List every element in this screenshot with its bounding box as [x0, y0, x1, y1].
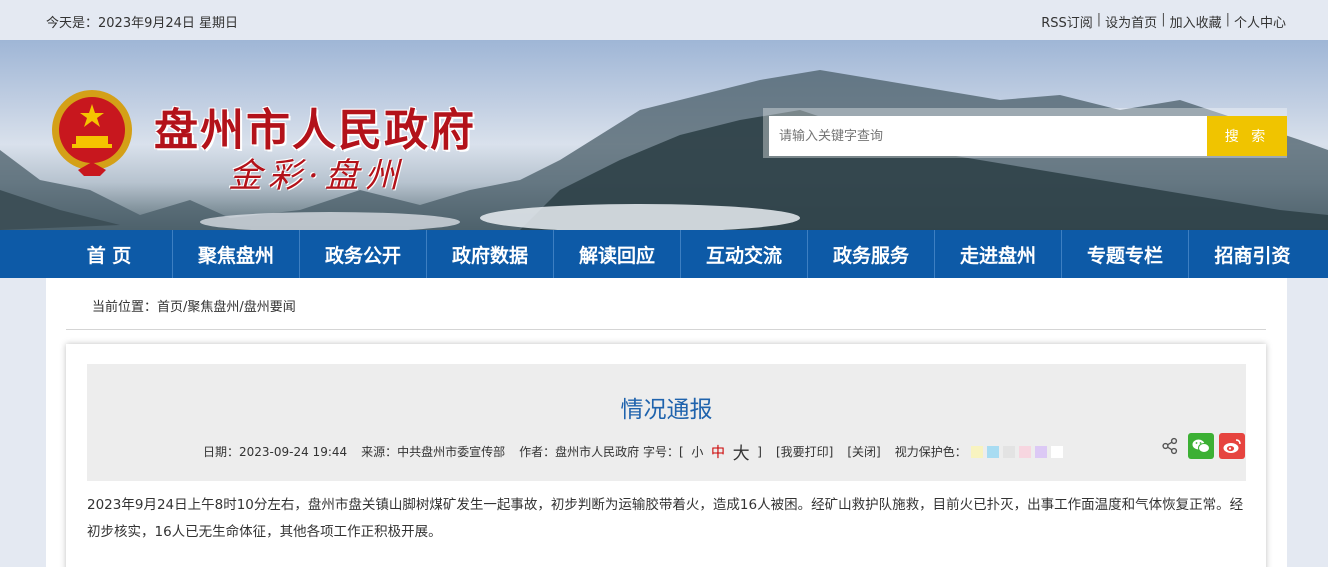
divider	[66, 329, 1266, 330]
site-slogan: 金彩·盘州	[228, 156, 405, 196]
eye-color-purple[interactable]	[1034, 445, 1047, 458]
nav-government-services[interactable]: 政务服务	[808, 230, 935, 278]
close-link[interactable]: [关闭]	[847, 443, 880, 460]
share-icon[interactable]	[1157, 433, 1183, 459]
eye-color-blue[interactable]	[986, 445, 999, 458]
link-separator: |	[1225, 12, 1230, 27]
article-meta: 日期：2023-09-24 19:44 来源：中共盘州市委宣传部 作者：盘州市人…	[203, 439, 1063, 464]
nav-special-topics[interactable]: 专题专栏	[1062, 230, 1189, 278]
main-nav: 首 页 聚焦盘州 政务公开 政府数据 解读回应 互动交流 政务服务 走进盘州 专…	[0, 230, 1328, 278]
link-separator: |	[1096, 12, 1102, 27]
set-homepage-link[interactable]: 设为首页	[1105, 12, 1157, 31]
nav-interaction[interactable]: 互动交流	[681, 230, 808, 278]
wechat-icon[interactable]	[1188, 433, 1214, 459]
nav-government-data[interactable]: 政府数据	[427, 230, 554, 278]
top-links: RSS订阅 | 设为首页 | 加入收藏 | 个人中心	[1041, 12, 1286, 31]
article-source: 来源：中共盘州市委宣传部	[361, 445, 506, 459]
font-size-close-bracket: ]	[757, 444, 762, 459]
print-link[interactable]: [我要打印]	[776, 443, 833, 460]
font-size-small[interactable]: 小	[691, 443, 703, 460]
search-box: 搜 索	[763, 108, 1287, 158]
rss-link[interactable]: RSS订阅	[1041, 12, 1093, 31]
national-emblem-icon	[52, 90, 132, 176]
nav-government-affairs-public[interactable]: 政务公开	[300, 230, 427, 278]
main-content: 当前位置：首页/聚焦盘州/盘州要闻 情况通报 日期：2023-09-24 19:…	[46, 278, 1287, 567]
article-panel: 情况通报 日期：2023-09-24 19:44 来源：中共盘州市委宣传部 作者…	[66, 344, 1266, 567]
nav-about-panzhou[interactable]: 走进盘州	[935, 230, 1062, 278]
eye-color-pink[interactable]	[1018, 445, 1031, 458]
article-date: 日期：2023-09-24 19:44	[203, 445, 348, 459]
nav-home[interactable]: 首 页	[46, 230, 173, 278]
article-title: 情况通报	[620, 397, 713, 423]
nav-investment[interactable]: 招商引资	[1189, 230, 1316, 278]
eye-color-yellow[interactable]	[970, 445, 983, 458]
share-bar	[1157, 433, 1245, 459]
search-button[interactable]: 搜 索	[1207, 116, 1287, 156]
link-separator: |	[1161, 12, 1166, 27]
article-body: 2023年9月24日上午8时10分左右，盘州市盘关镇山脚树煤矿发生一起事故，初步…	[87, 497, 1244, 540]
add-favorite-link[interactable]: 加入收藏	[1170, 12, 1222, 31]
font-size-medium[interactable]: 中	[711, 442, 725, 462]
current-date: 今天是：2023年9月24日 星期日	[46, 16, 239, 31]
breadcrumb: 当前位置：首页/聚焦盘州/盘州要闻	[92, 300, 296, 315]
font-size-large[interactable]: 大	[733, 439, 750, 464]
font-size-label: 字号：[	[643, 445, 684, 459]
eye-color-white[interactable]	[1050, 445, 1063, 458]
eye-color-gray[interactable]	[1002, 445, 1015, 458]
article-header: 情况通报 日期：2023-09-24 19:44 来源：中共盘州市委宣传部 作者…	[87, 364, 1246, 481]
nav-focus-panzhou[interactable]: 聚焦盘州	[173, 230, 300, 278]
weibo-icon[interactable]	[1219, 433, 1245, 459]
nav-interpretation[interactable]: 解读回应	[554, 230, 681, 278]
personal-center-link[interactable]: 个人中心	[1234, 12, 1286, 31]
top-bar: 今天是：2023年9月24日 星期日 RSS订阅 | 设为首页 | 加入收藏 |…	[0, 0, 1328, 40]
search-input[interactable]	[769, 116, 1207, 156]
eye-care-label: 视力保护色：	[894, 445, 967, 459]
article-author: 作者：盘州市人民政府	[519, 445, 640, 459]
header-banner: 盘州市人民政府 金彩·盘州 搜 索	[0, 40, 1328, 230]
